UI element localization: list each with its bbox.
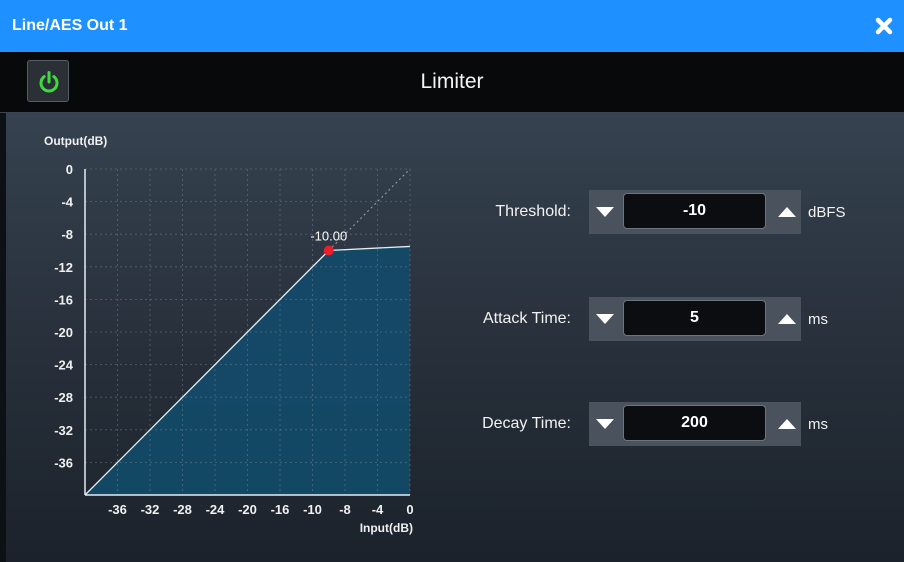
attack-time-value-field[interactable]: 5 bbox=[623, 300, 766, 336]
section-title: Limiter bbox=[420, 70, 484, 93]
x-tick-label: -28 bbox=[173, 502, 192, 517]
decay-time-spinner: 200 bbox=[589, 402, 801, 446]
attack-time-label: Attack Time: bbox=[482, 310, 571, 327]
x-tick-label: -24 bbox=[206, 502, 226, 517]
attack-time-decrement-button[interactable] bbox=[589, 297, 621, 341]
close-icon bbox=[875, 17, 893, 35]
limiter-curve-chart: -36 -32 -28 -24 -20 -16 -10 -8 -4 0 0 -4 -8 -12 -16 -20… bbox=[44, 134, 414, 535]
triangle-up-icon bbox=[778, 419, 796, 429]
threshold-unit: dBFS bbox=[808, 204, 846, 221]
threshold-label: Threshold: bbox=[495, 203, 571, 220]
triangle-down-icon bbox=[596, 419, 614, 429]
power-icon bbox=[39, 71, 59, 93]
content-panel: -36 -32 -28 -24 -20 -16 -10 -8 -4 0 0 -4 -8 -12 -16 -20… bbox=[0, 113, 904, 562]
y-tick-label: -24 bbox=[54, 358, 74, 373]
decay-time-label: Decay Time: bbox=[482, 415, 571, 432]
threshold-point-label: -10.00 bbox=[310, 229, 347, 244]
x-axis-title: Input(dB) bbox=[360, 521, 413, 535]
x-tick-label: 0 bbox=[406, 502, 413, 517]
limiter-dialog: Line/AES Out 1 Limiter -36 -32 -28 -24 -20 -1… bbox=[0, 0, 904, 562]
y-tick-label: -8 bbox=[61, 227, 73, 242]
close-button[interactable] bbox=[870, 12, 898, 40]
y-tick-label: -20 bbox=[54, 325, 73, 340]
power-toggle-button[interactable] bbox=[27, 60, 69, 102]
x-tick-label: -20 bbox=[238, 502, 257, 517]
y-tick-label: 0 bbox=[66, 162, 73, 177]
decay-time-value-field[interactable]: 200 bbox=[623, 405, 766, 441]
y-tick-label: -16 bbox=[54, 292, 73, 307]
attack-time-increment-button[interactable] bbox=[771, 297, 801, 341]
attack-time-unit: ms bbox=[808, 311, 828, 328]
threshold-decrement-button[interactable] bbox=[589, 190, 621, 234]
triangle-up-icon bbox=[778, 207, 796, 217]
window-title: Line/AES Out 1 bbox=[12, 17, 128, 34]
y-tick-label: -28 bbox=[54, 390, 73, 405]
decay-time-increment-button[interactable] bbox=[771, 402, 801, 446]
title-bar: Line/AES Out 1 bbox=[0, 0, 904, 52]
x-tick-label: -10 bbox=[303, 502, 322, 517]
threshold-spinner: -10 bbox=[589, 190, 801, 234]
y-tick-label: -36 bbox=[54, 455, 73, 470]
x-tick-label: -32 bbox=[141, 502, 160, 517]
header-bar: Limiter bbox=[0, 52, 904, 113]
y-tick-label: -12 bbox=[54, 260, 73, 275]
threshold-value-field[interactable]: -10 bbox=[623, 193, 766, 229]
triangle-down-icon bbox=[596, 207, 614, 217]
x-tick-label: -36 bbox=[108, 502, 127, 517]
y-tick-label: -4 bbox=[61, 195, 73, 210]
x-tick-label: -8 bbox=[339, 502, 351, 517]
y-tick-label: -32 bbox=[54, 423, 73, 438]
attack-time-spinner: 5 bbox=[589, 297, 801, 341]
threshold-increment-button[interactable] bbox=[771, 190, 801, 234]
left-edge bbox=[0, 113, 6, 562]
x-tick-label: -16 bbox=[271, 502, 290, 517]
triangle-down-icon bbox=[596, 314, 614, 324]
y-axis-title: Output(dB) bbox=[44, 134, 107, 148]
decay-time-unit: ms bbox=[808, 416, 828, 433]
x-tick-label: -4 bbox=[372, 502, 384, 517]
decay-time-decrement-button[interactable] bbox=[589, 402, 621, 446]
triangle-up-icon bbox=[778, 314, 796, 324]
threshold-point bbox=[323, 245, 334, 256]
